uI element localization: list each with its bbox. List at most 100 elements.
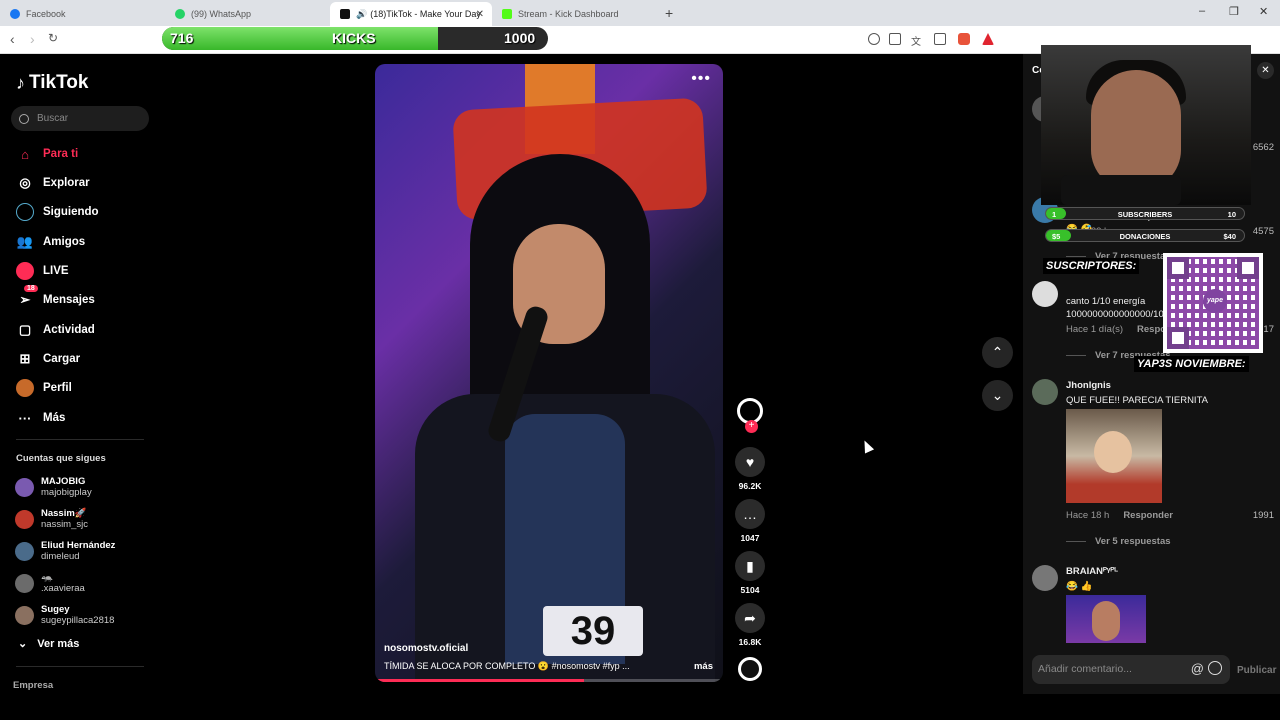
live-icon [16,262,34,280]
video-author[interactable]: nosomostv.oficial [384,643,468,654]
video-progress-bar[interactable] [375,679,723,682]
compass-icon: ◎ [19,175,31,190]
comment-likes[interactable]: 4575 [1253,226,1274,237]
publish-button[interactable]: Publicar [1237,665,1276,676]
streamer-webcam [1041,45,1251,205]
save-button[interactable]: ▮ 5104 [733,551,767,595]
nav-mensajes[interactable]: ➢ 18 Mensajes [16,285,95,310]
tab-tiktok[interactable]: 🔊 (18)TikTok - Make Your Day ✕ [330,2,492,26]
avatar [15,477,34,497]
contestant-number: 39 [543,606,643,656]
see-more-button[interactable]: ⌄ Ver más [18,637,79,650]
comment-author[interactable]: BRAIANᴾᵞᴾᴸ [1066,566,1118,577]
nav-label: Actividad [43,324,95,336]
new-tab-button[interactable]: + [665,5,673,21]
comment-button[interactable]: … 1047 [733,499,767,543]
like-button[interactable]: ♥ 96.2K [733,447,767,491]
save-count: 5104 [740,585,760,595]
tiktok-logo[interactable]: ♪ TikTok [16,72,88,94]
following-account[interactable]: MAJOBIG 󠀠 majobigplay [15,476,92,498]
nav-live[interactable]: LIVE [16,261,69,281]
subs-goal: 10 [1227,210,1236,219]
nav-siguiendo[interactable]: Siguiendo [16,202,99,222]
avatar [1032,281,1058,307]
comment-time: Hace 1 día(s) [1066,324,1124,335]
nav-label: Siguiendo [43,206,99,218]
caption-more-button[interactable]: más [694,661,713,672]
view-replies-button[interactable]: Ver 5 respuestas [1066,536,1171,547]
following-accounts-title: Cuentas que sigues [16,453,106,464]
comment-meta: Hace 18 h Responder [1066,510,1173,521]
tab-whatsapp[interactable]: (99) WhatsApp [165,2,330,26]
nav-para-ti[interactable]: ⌂ Para ti [16,144,78,164]
close-icon[interactable]: ✕ [1257,62,1274,79]
nav-label: Cargar [43,353,81,365]
nav-amigos[interactable]: 👥 Amigos [16,232,85,252]
following-account[interactable]: 🦡 .xaavieraa [15,572,85,594]
share-button[interactable]: ➦ 16.8K [733,603,767,647]
home-icon: ⌂ [21,146,29,162]
messages-badge: 18 [24,285,38,292]
language-icon[interactable]: 文 [911,33,923,48]
nav-mas[interactable]: ··· Más [16,408,66,428]
don-goal: $40 [1223,232,1236,241]
following-account[interactable]: Sugey sugeypillaca2818 [15,604,114,626]
avatar [15,509,34,529]
rewards-icon[interactable] [982,33,994,45]
footer-empresa[interactable]: Empresa [13,680,53,691]
speaker-icon: 🔊 [356,8,368,19]
video-caption: TÍMIDA SE ALOCA POR COMPLETO 😮 #nosomost… [384,661,630,671]
following-account[interactable]: Eliud Hernández dimeleud [15,540,115,562]
back-icon[interactable]: ‹ [10,31,15,47]
nav-label: Más [43,412,66,424]
share-icon[interactable] [934,33,946,45]
comment-author[interactable]: Jhonlgnis [1066,380,1111,391]
tab-facebook[interactable]: Facebook [0,2,165,26]
close-tab-icon[interactable]: ✕ [476,9,484,20]
reply-button[interactable]: Responder [1123,510,1173,521]
kick-icon [502,9,512,19]
cast-icon[interactable] [889,33,901,45]
minimize-button[interactable]: – [1199,5,1205,17]
account-name: Eliud Hernández [41,540,116,551]
follow-plus-icon[interactable]: + [745,420,758,433]
nav-explorar[interactable]: ◎ Explorar [16,173,89,193]
yape-logo: yape [1203,289,1227,313]
like-count: 96.2K [738,481,762,491]
music-disc-icon[interactable] [738,657,762,681]
following-account[interactable]: Nassim🚀 nassim_sjc [15,508,88,530]
translate-icon[interactable] [868,33,880,45]
messages-icon: ➢ 18 [16,285,38,309]
close-window-button[interactable]: ✕ [1259,5,1268,18]
mention-icon[interactable]: @ [1191,661,1204,676]
avatar [15,573,34,593]
creator-avatar[interactable]: + [737,398,763,433]
following-icon [16,203,34,221]
reload-icon[interactable]: ↻ [48,31,58,45]
gif-image [1092,601,1120,641]
emoji-icon[interactable] [1208,661,1222,675]
forward-icon[interactable]: › [30,31,35,47]
more-options-icon[interactable]: ••• [691,70,711,88]
comment-input[interactable]: Añadir comentario... @ [1032,655,1230,684]
tab-title: Stream - Kick Dashboard [518,9,619,19]
comment-likes[interactable]: 1991 [1253,510,1274,521]
search-input[interactable]: Buscar [11,106,149,131]
comment-icon: … [735,499,765,529]
next-video-button[interactable]: ⌄ [982,380,1013,411]
yape-qr-code: yape [1163,253,1263,353]
tab-kick[interactable]: Stream - Kick Dashboard [492,2,657,26]
brave-shield-icon[interactable] [958,33,970,45]
comment-likes[interactable]: 6562 [1253,142,1274,153]
maximize-button[interactable]: ❐ [1229,5,1239,18]
nav-label: Mensajes [43,294,95,306]
account-name: MAJOBIG 󠀠 [41,476,88,487]
tiktok-note-icon: ♪ [16,72,25,93]
nav-perfil[interactable]: Perfil [16,378,72,398]
video-player[interactable]: 39 ••• nosomostv.oficial TÍMIDA SE ALOCA… [375,64,723,682]
nav-label: Amigos [43,236,86,248]
nav-cargar[interactable]: ⊞ Cargar [16,349,81,369]
previous-video-button[interactable]: ⌃ [982,337,1013,368]
chevron-down-icon: ⌄ [991,387,1004,403]
nav-actividad[interactable]: ▢ Actividad [16,320,95,340]
